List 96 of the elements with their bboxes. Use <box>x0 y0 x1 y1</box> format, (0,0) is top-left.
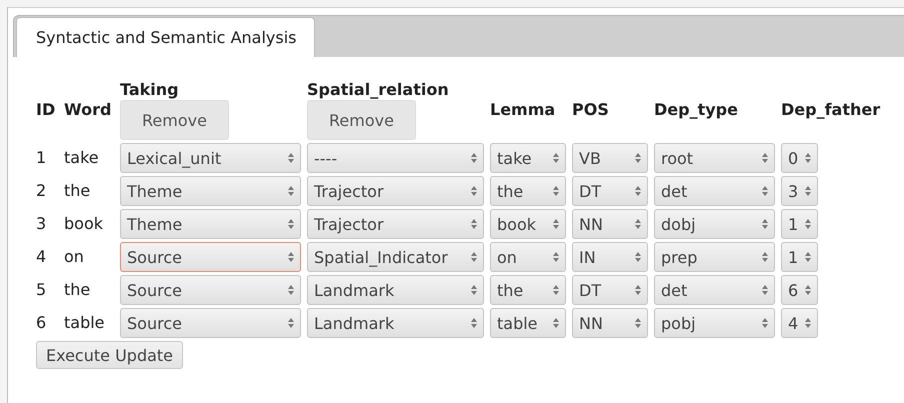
table-cell-text: on <box>64 246 85 268</box>
dropdown[interactable]: 0 <box>781 143 818 173</box>
updown-arrows-icon <box>288 153 294 163</box>
updown-arrows-icon <box>805 285 811 295</box>
remove-button[interactable]: Remove <box>307 100 416 140</box>
dropdown[interactable]: 1 <box>781 209 818 239</box>
dropdown[interactable]: Theme <box>120 176 301 206</box>
updown-arrows-icon <box>762 252 768 262</box>
column-header: Dep_father <box>781 100 880 120</box>
table-cell-text: 6 <box>36 312 48 334</box>
updown-arrows-icon <box>471 252 477 262</box>
column-header: ID <box>36 100 56 120</box>
updown-arrows-icon <box>635 252 641 262</box>
execute-update-button[interactable]: Execute Update <box>36 341 184 369</box>
dropdown[interactable]: take <box>490 143 566 173</box>
dropdown[interactable]: Landmark <box>307 275 484 305</box>
updown-arrows-icon <box>553 252 559 262</box>
updown-arrows-icon <box>471 186 477 196</box>
dropdown[interactable]: NN <box>572 209 648 239</box>
updown-arrows-icon <box>553 318 559 328</box>
table-cell-text: 2 <box>36 180 48 202</box>
table-cell-text: take <box>64 147 100 169</box>
tab[interactable]: Syntactic and Semantic Analysis <box>16 17 316 57</box>
dropdown[interactable]: pobj <box>654 308 775 338</box>
dropdown[interactable]: book <box>490 209 566 239</box>
updown-arrows-icon <box>553 285 559 295</box>
updown-arrows-icon <box>762 219 768 229</box>
table-cell-text: table <box>64 312 106 334</box>
dropdown[interactable]: the <box>490 176 566 206</box>
updown-arrows-icon <box>288 219 294 229</box>
dropdown[interactable]: root <box>654 143 775 173</box>
updown-arrows-icon <box>805 252 811 262</box>
updown-arrows-icon <box>288 252 294 262</box>
dropdown[interactable]: table <box>490 308 566 338</box>
updown-arrows-icon <box>805 153 811 163</box>
column-header: Lemma <box>490 100 556 120</box>
dropdown[interactable]: the <box>490 275 566 305</box>
dropdown[interactable]: det <box>654 176 775 206</box>
updown-arrows-icon <box>553 153 559 163</box>
dropdown[interactable]: 6 <box>781 275 818 305</box>
dropdown[interactable]: Source <box>120 275 301 305</box>
updown-arrows-icon <box>805 186 811 196</box>
dropdown[interactable]: Trajector <box>307 209 484 239</box>
updown-arrows-icon <box>635 186 641 196</box>
remove-button[interactable]: Remove <box>120 100 229 140</box>
table-cell-text: the <box>64 180 92 202</box>
table-cell-text: 5 <box>36 279 48 301</box>
dropdown[interactable]: dobj <box>654 209 775 239</box>
dropdown[interactable]: Landmark <box>307 308 484 338</box>
table-cell-text: 1 <box>36 147 48 169</box>
table-cell-text: 4 <box>36 246 48 268</box>
updown-arrows-icon <box>762 285 768 295</box>
dropdown[interactable]: ---- <box>307 143 484 173</box>
dropdown[interactable]: prep <box>654 242 775 272</box>
updown-arrows-icon <box>805 318 811 328</box>
dropdown[interactable]: on <box>490 242 566 272</box>
table-cell-text: 3 <box>36 213 48 235</box>
updown-arrows-icon <box>553 186 559 196</box>
updown-arrows-icon <box>805 219 811 229</box>
dropdown[interactable]: Spatial_Indicator <box>307 242 484 272</box>
column-header: Dep_type <box>654 100 738 120</box>
table-cell-text: the <box>64 279 92 301</box>
dropdown[interactable]: DT <box>572 275 648 305</box>
updown-arrows-icon <box>635 318 641 328</box>
dropdown[interactable]: VB <box>572 143 648 173</box>
column-header: Word <box>64 100 112 120</box>
dropdown[interactable]: NN <box>572 308 648 338</box>
updown-arrows-icon <box>471 219 477 229</box>
updown-arrows-icon <box>288 186 294 196</box>
dropdown[interactable]: DT <box>572 176 648 206</box>
column-header: Taking <box>120 80 179 100</box>
dropdown[interactable]: Trajector <box>307 176 484 206</box>
dropdown[interactable]: 4 <box>781 308 818 338</box>
updown-arrows-icon <box>288 318 294 328</box>
updown-arrows-icon <box>762 153 768 163</box>
updown-arrows-icon <box>288 285 294 295</box>
updown-arrows-icon <box>471 285 477 295</box>
updown-arrows-icon <box>471 318 477 328</box>
dropdown[interactable]: 3 <box>781 176 818 206</box>
updown-arrows-icon <box>635 219 641 229</box>
updown-arrows-icon <box>635 153 641 163</box>
dropdown[interactable]: det <box>654 275 775 305</box>
table-cell-text: book <box>64 213 104 235</box>
updown-arrows-icon <box>471 153 477 163</box>
updown-arrows-icon <box>553 219 559 229</box>
updown-arrows-icon <box>762 186 768 196</box>
column-header: Spatial_relation <box>307 80 449 100</box>
column-header: POS <box>572 100 609 120</box>
updown-arrows-icon <box>635 285 641 295</box>
dropdown[interactable]: Lexical_unit <box>120 143 301 173</box>
dropdown[interactable]: 1 <box>781 242 818 272</box>
updown-arrows-icon <box>762 318 768 328</box>
dropdown[interactable]: Source <box>120 308 301 338</box>
dropdown[interactable]: IN <box>572 242 648 272</box>
dropdown[interactable]: Source <box>120 242 301 272</box>
dropdown[interactable]: Theme <box>120 209 301 239</box>
